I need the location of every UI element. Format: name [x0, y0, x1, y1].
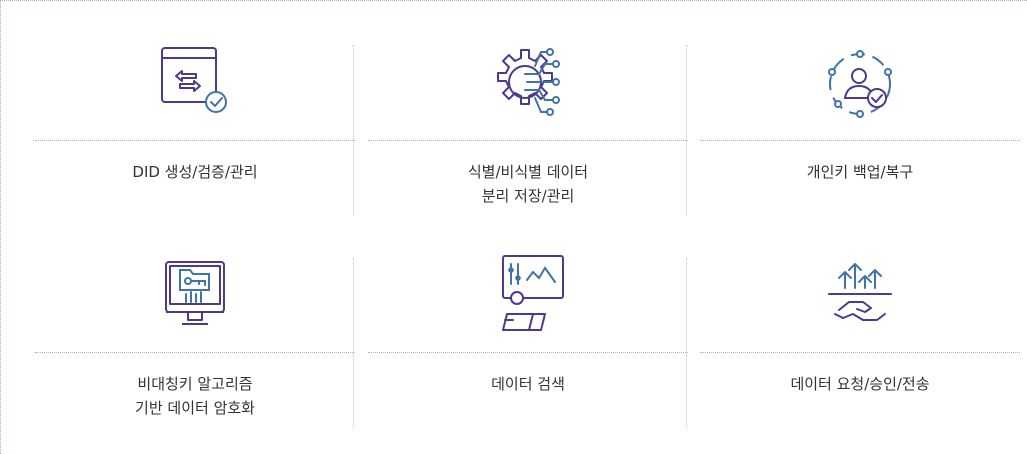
monitor-key-icon	[140, 248, 250, 340]
feature-item-data-search: 데이터 검색	[368, 242, 688, 442]
feature-label: 식별/비식별 데이터 분리 저장/관리	[368, 160, 688, 208]
column-divider	[686, 258, 687, 428]
column-divider	[353, 45, 354, 215]
feature-label-line: 분리 저장/관리	[481, 187, 575, 205]
user-check-icon	[805, 38, 915, 130]
item-separator	[368, 140, 688, 141]
gear-circuit-icon	[473, 36, 583, 128]
feature-label-line: 개인키 백업/복구	[806, 163, 914, 181]
feature-label-line: 식별/비식별 데이터	[467, 163, 589, 181]
feature-label-line: 데이터 요청/승인/전송	[790, 375, 930, 393]
feature-item-data-transfer: 데이터 요청/승인/전송	[700, 242, 1020, 442]
analytics-person-icon	[473, 248, 583, 340]
feature-label: DID 생성/검증/관리	[35, 160, 355, 184]
feature-grid: DID 생성/검증/관리 식별/비식별 데이터 분리 저장/관리 개인키 백업/…	[20, 0, 1020, 454]
feature-label-line: 기반 데이터 암호화	[135, 399, 255, 417]
item-separator	[35, 140, 355, 141]
feature-item-key-backup: 개인키 백업/복구	[700, 30, 1020, 230]
handshake-arrows-icon	[805, 248, 915, 340]
column-divider	[353, 258, 354, 428]
item-separator	[368, 352, 688, 353]
feature-label-line: DID 생성/검증/관리	[132, 163, 258, 181]
feature-panel: DID 생성/검증/관리 식별/비식별 데이터 분리 저장/관리 개인키 백업/…	[0, 0, 1027, 454]
feature-label: 데이터 검색	[368, 372, 688, 396]
feature-item-encryption: 비대칭키 알고리즘 기반 데이터 암호화	[35, 242, 355, 442]
feature-label-line: 데이터 검색	[491, 375, 565, 393]
transfer-check-icon	[140, 38, 250, 130]
feature-label-line: 비대칭키 알고리즘	[137, 375, 253, 393]
feature-label: 데이터 요청/승인/전송	[700, 372, 1020, 396]
item-separator	[700, 352, 1020, 353]
item-separator	[35, 352, 355, 353]
panel-border-left	[0, 0, 1, 454]
feature-item-data-separation: 식별/비식별 데이터 분리 저장/관리	[368, 30, 688, 230]
feature-label: 비대칭키 알고리즘 기반 데이터 암호화	[35, 372, 355, 420]
column-divider	[686, 45, 687, 215]
feature-label: 개인키 백업/복구	[700, 160, 1020, 184]
item-separator	[700, 140, 1020, 141]
feature-item-did: DID 생성/검증/관리	[35, 30, 355, 230]
